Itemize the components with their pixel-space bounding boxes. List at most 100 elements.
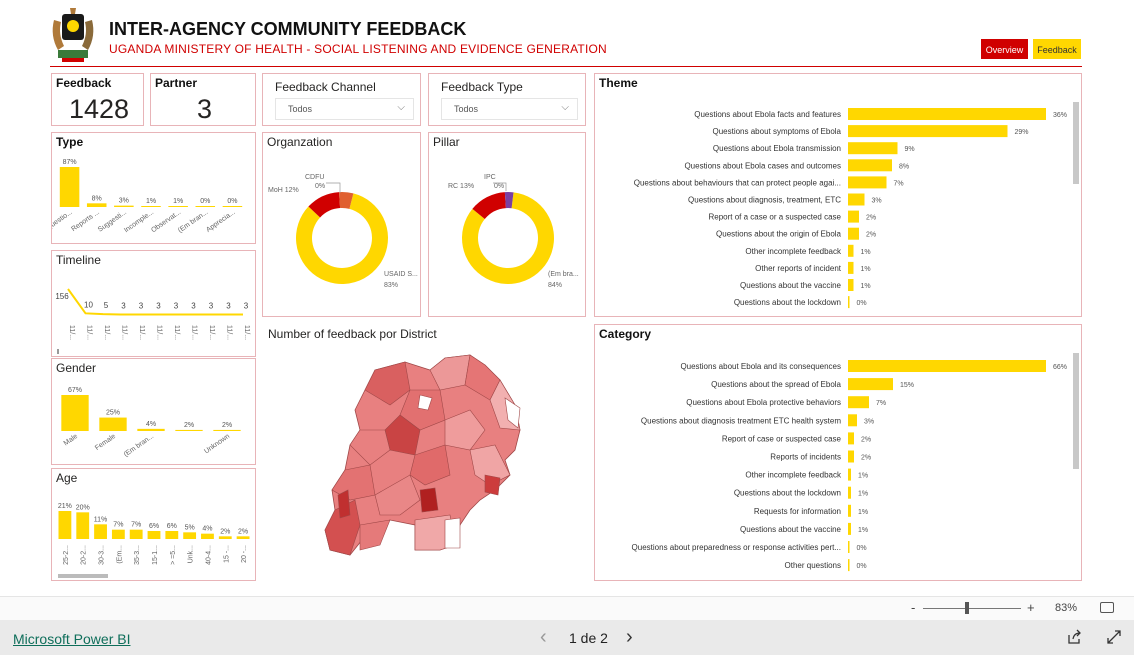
category-chart-scrollbar[interactable] — [1073, 353, 1079, 469]
bar[interactable] — [86, 203, 107, 207]
bar[interactable] — [848, 504, 851, 517]
bar[interactable] — [848, 244, 854, 257]
timeline-value-label: 3 — [174, 302, 179, 311]
donut-label: CDFU — [305, 174, 324, 181]
y-tick-label: Report of a case or a suspected case — [708, 213, 841, 222]
feedback-type-dropdown[interactable]: Todos ⌵ — [441, 98, 578, 120]
timeline-x-tick: 11/... — [226, 325, 233, 340]
bar[interactable] — [137, 428, 165, 431]
fit-to-page-icon[interactable] — [1100, 602, 1114, 613]
bar[interactable] — [183, 532, 197, 539]
bar[interactable] — [94, 524, 107, 539]
bar-value-label: 8% — [899, 163, 909, 170]
bar[interactable] — [848, 142, 898, 155]
pillar-chart-card: Pillar (Em bra... 84% RC 13% IPC 0% — [428, 132, 586, 317]
zoom-level: 83% — [1055, 602, 1078, 614]
zoom-slider-thumb[interactable] — [965, 602, 970, 614]
bar[interactable] — [58, 511, 72, 539]
bar[interactable] — [114, 205, 134, 207]
fullscreen-icon[interactable] — [1106, 629, 1122, 645]
bar-value-label: 25% — [106, 410, 120, 417]
zoom-out-button[interactable]: - — [911, 600, 915, 615]
bar[interactable] — [848, 176, 887, 189]
bar-value-label: 87% — [63, 159, 77, 166]
bar[interactable] — [201, 533, 214, 539]
x-tick-label: 25-2... — [63, 545, 70, 565]
bar[interactable] — [175, 429, 203, 431]
feedback-type-slicer: Feedback Type Todos ⌵ — [428, 73, 586, 126]
bar[interactable] — [848, 296, 850, 309]
bar[interactable] — [848, 193, 865, 206]
x-tick-label: Reports ... — [70, 209, 101, 233]
y-tick-label: Questions about diagnosis, treatment, ET… — [688, 196, 841, 205]
feedback-button[interactable]: Feedback — [1033, 39, 1081, 59]
share-icon[interactable] — [1066, 629, 1082, 645]
bar[interactable] — [848, 450, 854, 463]
bar[interactable] — [213, 429, 241, 431]
bar[interactable] — [848, 279, 854, 291]
bar[interactable] — [848, 559, 850, 572]
bar[interactable] — [236, 536, 250, 539]
bar-value-label: 29% — [1015, 129, 1029, 136]
bar[interactable] — [195, 206, 216, 207]
bar[interactable] — [848, 414, 857, 427]
bar[interactable] — [218, 536, 232, 539]
timeline-x-tick: 11/... — [243, 325, 250, 340]
feedback-channel-dropdown[interactable]: Todos ⌵ — [275, 98, 414, 120]
y-tick-label: Questions about the vaccine — [740, 281, 842, 290]
bar[interactable] — [848, 227, 859, 240]
bar[interactable] — [147, 531, 161, 539]
bar[interactable] — [848, 159, 892, 172]
bar[interactable] — [99, 417, 127, 431]
y-tick-label: Questions about Ebola protective behavio… — [686, 398, 841, 407]
bar[interactable] — [61, 395, 89, 431]
bar[interactable] — [848, 210, 859, 223]
overview-button[interactable]: Overview — [981, 39, 1028, 59]
bar[interactable] — [848, 468, 851, 481]
bar[interactable] — [59, 167, 80, 207]
bar-value-label: 2% — [222, 422, 232, 429]
bar-value-label: 1% — [861, 283, 871, 290]
age-chart: 21% 25-2... 20% 20-2... 11% 30-3... 7% (Em... 7%… — [58, 503, 250, 565]
timeline-value-label: 5 — [104, 301, 109, 310]
bar[interactable] — [141, 206, 161, 207]
y-tick-label: Questions about symptoms of Ebola — [712, 127, 841, 136]
bar[interactable] — [111, 529, 125, 539]
bar[interactable] — [848, 261, 854, 274]
bar[interactable] — [848, 541, 850, 553]
bar-value-label: 36% — [1053, 112, 1067, 119]
age-chart-scrollbar[interactable] — [58, 574, 108, 578]
bar-value-label: 0% — [857, 545, 867, 552]
bar[interactable] — [168, 206, 188, 207]
x-tick-label: 30-3... — [99, 545, 106, 565]
bar[interactable] — [848, 396, 869, 409]
bar-value-label: 2% — [861, 455, 871, 462]
prev-page-button[interactable]: ‹ — [540, 626, 547, 649]
kpi-partner-card: Partner 3 — [150, 73, 256, 126]
page-subtitle: UGANDA MINISTERY OF HEALTH - SOCIAL LIST… — [109, 42, 607, 56]
next-page-button[interactable]: › — [626, 626, 633, 649]
bar[interactable] — [222, 206, 243, 207]
powerbi-link[interactable]: Microsoft Power BI — [13, 631, 130, 647]
feedback-type-label: Feedback Type — [441, 80, 523, 94]
bar[interactable] — [848, 360, 1046, 372]
bar-value-label: 21% — [58, 503, 72, 510]
theme-chart-scrollbar[interactable] — [1073, 102, 1079, 184]
bar[interactable] — [848, 125, 1008, 138]
bar[interactable] — [848, 378, 893, 391]
kpi-feedback-value: 1428 — [69, 94, 130, 124]
bar[interactable] — [129, 529, 143, 539]
bar[interactable] — [848, 108, 1046, 120]
zoom-in-button[interactable]: + — [1027, 600, 1035, 615]
timeline-value-label: 3 — [191, 302, 196, 311]
timeline-value-label: 3 — [156, 302, 161, 311]
district-map[interactable] — [320, 350, 530, 570]
zoom-slider-track[interactable] — [923, 608, 1021, 609]
bar[interactable] — [848, 486, 851, 499]
bar[interactable] — [76, 512, 90, 539]
bar[interactable] — [165, 531, 179, 539]
timeline-value-label: 3 — [121, 302, 126, 311]
bar[interactable] — [848, 432, 854, 445]
timeline-chart: 156 11/... 10 11/... 5 11/... 3 11/... 3 11/... 3 1… — [55, 288, 250, 354]
bar[interactable] — [848, 522, 851, 535]
